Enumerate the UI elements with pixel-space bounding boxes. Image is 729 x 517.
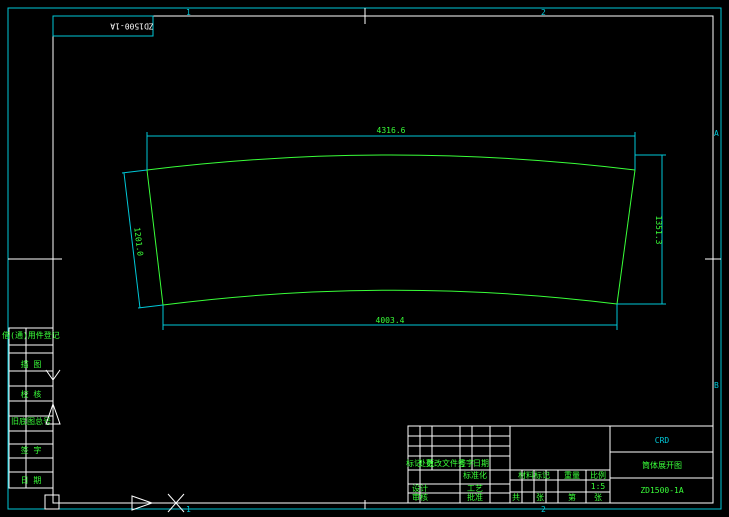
title-role-design: 设计 [412,483,428,493]
title-scale-label: 比例 [590,470,606,480]
title-scale-value: 1:5 [591,482,606,491]
outer-border [7,7,722,510]
development-top-arc[interactable] [146,154,636,171]
left-strip-check: 校 核 [21,389,42,399]
dim-top-chord: 4316.6 [377,126,406,135]
title-role-standard: 标准化 [463,470,487,480]
dim-left-side: 1201.0 [132,227,144,257]
title-sheet-total: 共 [512,493,520,502]
dim-left-ext-bottom [137,304,164,309]
zone-label-right-b: B [714,381,719,390]
title-sheet-current: 第 [568,492,576,502]
mirrored-drawing-number: ZD1500-1A [110,22,154,31]
title-company: CRD [655,436,670,445]
zone-label-bottom-1: 1 [186,505,191,514]
left-strip-date: 日 期 [21,476,42,485]
zone-label-top-2: 2 [541,8,546,17]
zone-label-bottom-2: 2 [541,505,546,514]
zone-label-top-1: 1 [186,8,191,17]
title-role-approve: 批准 [467,492,483,502]
left-strip-old-number: 旧底图总号 [11,416,51,426]
title-row-date: 日期 [473,459,489,468]
left-strip-sign: 签 字 [21,445,42,455]
title-weight-label: 重量 [564,470,580,480]
title-role-process: 工艺 [467,484,483,493]
title-material-label: 材料标记 [518,470,550,480]
left-strip-register: 借(通)用件登记 [2,330,60,340]
dim-left-ext-top [121,169,148,174]
ucs-icon [44,369,185,513]
dim-right-side: 1351.3 [654,216,663,245]
left-strip-trace: 描 图 [21,359,42,369]
title-sheet-current-unit: 张 [594,493,602,502]
title-drawing-number: ZD1500-1A [640,486,684,495]
title-role-review: 审核 [412,492,428,502]
development-bottom-arc[interactable] [162,289,618,306]
cad-drawing-canvas[interactable]: 1 2 1 2 A B ZD1500-1A 4316.6 4003.4 1201… [0,0,729,517]
left-strip [8,327,54,489]
development-left-edge[interactable] [146,169,164,306]
development-right-edge[interactable] [616,169,636,305]
inner-frame [52,15,714,504]
title-sheet-total-unit: 张 [536,493,544,502]
zone-label-right-a: A [714,129,719,138]
title-row-sign: 签字 [458,458,474,468]
dim-bottom-chord: 4003.4 [376,316,405,325]
title-part-name: 筒体展开图 [642,460,682,470]
